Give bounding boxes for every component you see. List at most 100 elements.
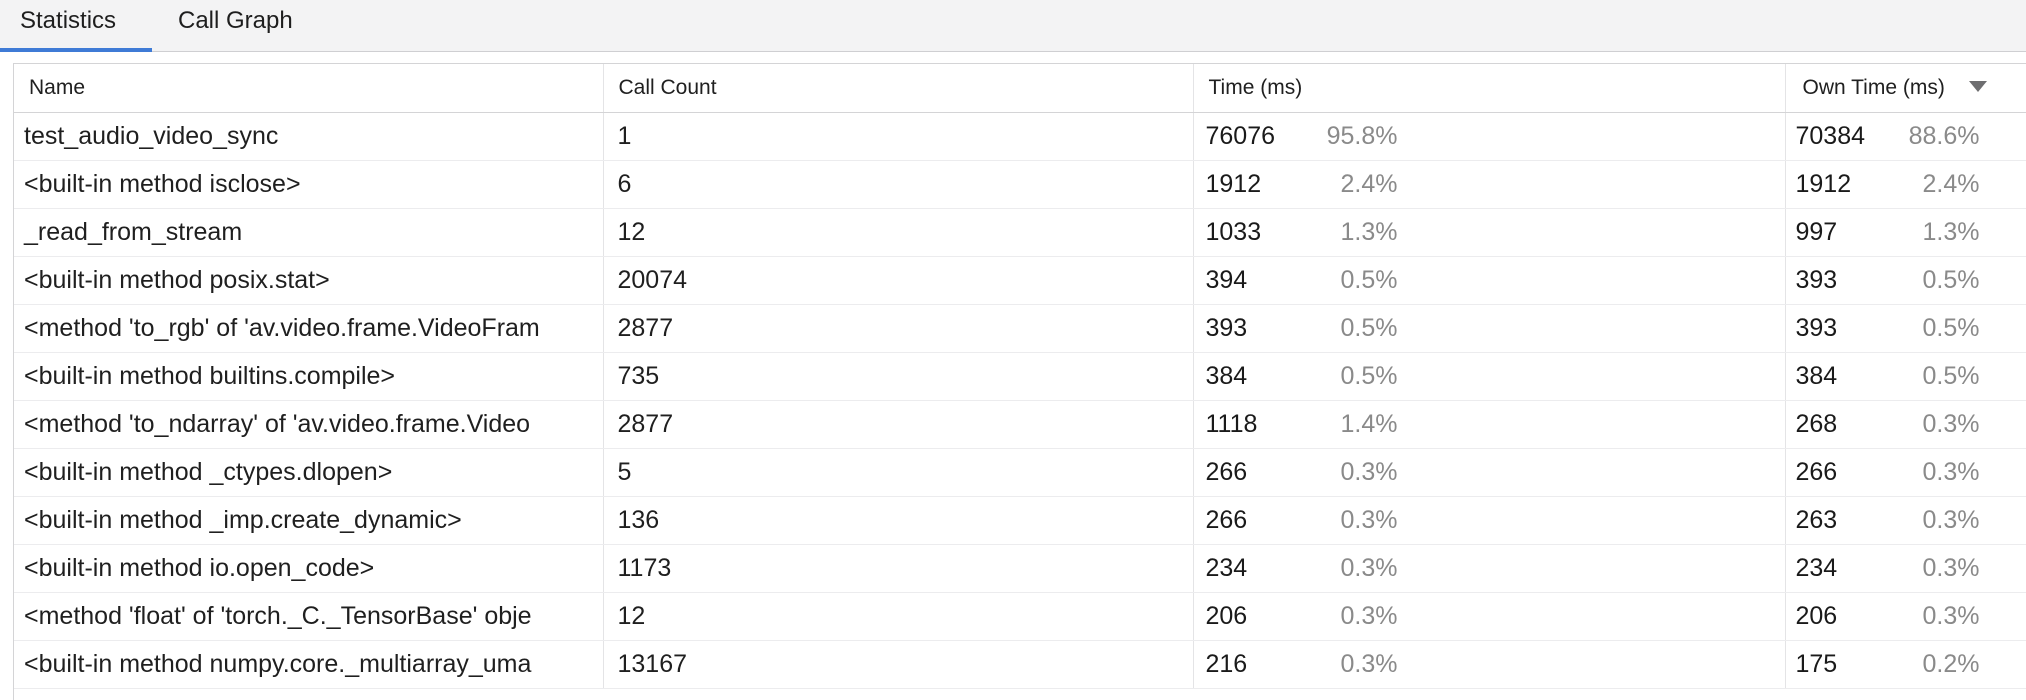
own-time-percent: 0.3% — [1922, 553, 1980, 582]
own-time-percent: 0.5% — [1922, 265, 1980, 294]
table-row[interactable]: <method 'float' of 'torch._C._TensorBase… — [14, 592, 2026, 641]
time-percent: 1.3% — [1340, 217, 1398, 246]
table-row[interactable]: <built-in method posix.stat> 20074 394 0.5%… — [14, 256, 2026, 305]
cell-own-time: 263 0.3% — [1785, 496, 2026, 545]
own-time-value: 175 — [1795, 649, 1838, 678]
time-percent: 2.4% — [1340, 169, 1398, 198]
own-time-value: 268 — [1795, 409, 1838, 438]
cell-name: <built-in method io.open_code> — [14, 544, 604, 593]
table-row[interactable]: <built-in method io.open_code> 1173 234 0.3… — [14, 544, 2026, 593]
cell-call-count: 2877 — [603, 304, 1194, 353]
cell-name: <built-in method _ctypes.dlopen> — [14, 448, 604, 497]
function-name: <built-in method _ctypes.dlopen> — [24, 457, 393, 486]
table-row[interactable]: <built-in method _imp.create_dynamic> 136… — [14, 496, 2026, 545]
cell-call-count: 20074 — [603, 256, 1194, 305]
call-count-value: 12 — [617, 217, 646, 246]
column-header-own-time[interactable]: Own Time (ms) — [1785, 64, 2026, 113]
column-header-call-count-label: Call Count — [618, 75, 717, 99]
own-time-value: 393 — [1795, 265, 1838, 294]
sort-descending-icon — [1968, 80, 1987, 92]
table-row[interactable]: <built-in method builtins.compile> 735 384… — [14, 352, 2026, 401]
table-row[interactable]: <built-in method isclose> 6 1912 2.4% 1912 2.… — [14, 160, 2026, 209]
own-time-percent: 0.3% — [1922, 505, 1980, 534]
table-row[interactable]: <built-in method numpy.core._multiarray_… — [14, 640, 2026, 689]
cell-name: <method 'to_rgb' of 'av.video.frame.Vide… — [14, 304, 604, 353]
own-time-value: 393 — [1795, 313, 1838, 342]
column-header-name[interactable]: Name — [14, 64, 604, 113]
function-name: <built-in method numpy.core._multiarray_… — [24, 649, 532, 678]
own-time-percent: 0.5% — [1922, 361, 1980, 390]
call-count-value: 1 — [617, 121, 632, 150]
own-time-percent: 0.5% — [1922, 313, 1980, 342]
cell-call-count: 1173 — [603, 544, 1194, 593]
time-percent: 0.5% — [1340, 265, 1398, 294]
tab-statistics-label: Statistics — [20, 7, 117, 34]
time-value: 384 — [1205, 361, 1248, 390]
table-row[interactable]: _read_from_stream 12 1033 1.3% 997 1.3% — [14, 208, 2026, 257]
tab-statistics[interactable]: Statistics — [0, 0, 152, 52]
call-count-value: 1173 — [617, 553, 672, 582]
time-percent: 95.8% — [1326, 121, 1398, 150]
function-name: <built-in method io.open_code> — [24, 553, 375, 582]
call-count-value: 2877 — [617, 313, 674, 342]
call-count-value: 6 — [617, 169, 632, 198]
time-percent: 0.3% — [1340, 505, 1398, 534]
own-time-percent: 1.3% — [1922, 217, 1980, 246]
table-row[interactable]: test_audio_video_sync 1 76076 95.8% 70384 88.… — [14, 112, 2026, 161]
column-header-name-label: Name — [29, 75, 86, 99]
time-percent: 0.5% — [1340, 313, 1398, 342]
cell-own-time: 268 0.3% — [1785, 400, 2026, 449]
column-header-call-count[interactable]: Call Count — [603, 64, 1194, 113]
table-row[interactable]: <built-in method _ctypes.dlopen> 5 266 0.3%… — [14, 448, 2026, 497]
function-name: <built-in method isclose> — [24, 169, 301, 198]
cell-call-count: 136 — [603, 496, 1194, 545]
cell-own-time: 393 0.5% — [1785, 256, 2026, 305]
cell-own-time: 1912 2.4% — [1785, 160, 2026, 209]
statistics-table: Name Call Count Time (ms) Own Time (ms) … — [14, 64, 2026, 689]
own-time-percent: 0.3% — [1922, 601, 1980, 630]
cell-time: 1033 1.3% — [1193, 208, 1786, 257]
cell-name: <method 'float' of 'torch._C._TensorBase… — [14, 592, 604, 641]
time-value: 1033 — [1205, 217, 1262, 246]
own-time-value: 384 — [1795, 361, 1838, 390]
call-count-value: 2877 — [617, 409, 674, 438]
function-name: <method 'to_rgb' of 'av.video.frame.Vide… — [24, 313, 540, 342]
function-name: <method 'float' of 'torch._C._TensorBase… — [24, 601, 532, 630]
time-value: 1118 — [1205, 409, 1258, 438]
cell-own-time: 997 1.3% — [1785, 208, 2026, 257]
time-value: 234 — [1205, 553, 1248, 582]
cell-own-time: 234 0.3% — [1785, 544, 2026, 593]
time-percent: 0.3% — [1340, 601, 1398, 630]
time-value: 394 — [1205, 265, 1248, 294]
own-time-percent: 88.6% — [1908, 121, 1980, 150]
cell-name: <built-in method isclose> — [14, 160, 604, 209]
cell-own-time: 70384 88.6% — [1785, 112, 2026, 161]
cell-call-count: 13167 — [603, 640, 1194, 689]
cell-call-count: 12 — [603, 592, 1194, 641]
cell-time: 266 0.3% — [1193, 496, 1786, 545]
cell-own-time: 175 0.2% — [1785, 640, 2026, 689]
call-count-value: 735 — [617, 361, 660, 390]
tab-call-graph[interactable]: Call Graph — [152, 0, 313, 51]
cell-time: 216 0.3% — [1193, 640, 1786, 689]
function-name: <built-in method posix.stat> — [24, 265, 330, 294]
call-count-value: 5 — [617, 457, 632, 486]
cell-name: <method 'to_ndarray' of 'av.video.frame.… — [14, 400, 604, 449]
call-count-value: 13167 — [617, 649, 688, 678]
table-row[interactable]: <method 'to_rgb' of 'av.video.frame.Vide… — [14, 304, 2026, 353]
cell-call-count: 12 — [603, 208, 1194, 257]
column-header-time[interactable]: Time (ms) — [1193, 64, 1786, 113]
time-value: 216 — [1205, 649, 1248, 678]
time-percent: 0.3% — [1340, 649, 1398, 678]
cell-own-time: 266 0.3% — [1785, 448, 2026, 497]
table-row[interactable]: <method 'to_ndarray' of 'av.video.frame.… — [14, 400, 2026, 449]
cell-name: _read_from_stream — [14, 208, 604, 257]
own-time-percent: 0.3% — [1922, 409, 1980, 438]
call-count-value: 20074 — [617, 265, 688, 294]
cell-time: 234 0.3% — [1193, 544, 1786, 593]
cell-name: <built-in method numpy.core._multiarray_… — [14, 640, 604, 689]
function-name: <built-in method _imp.create_dynamic> — [24, 505, 462, 534]
own-time-percent: 2.4% — [1922, 169, 1980, 198]
cell-time: 206 0.3% — [1193, 592, 1786, 641]
cell-name: <built-in method builtins.compile> — [14, 352, 604, 401]
